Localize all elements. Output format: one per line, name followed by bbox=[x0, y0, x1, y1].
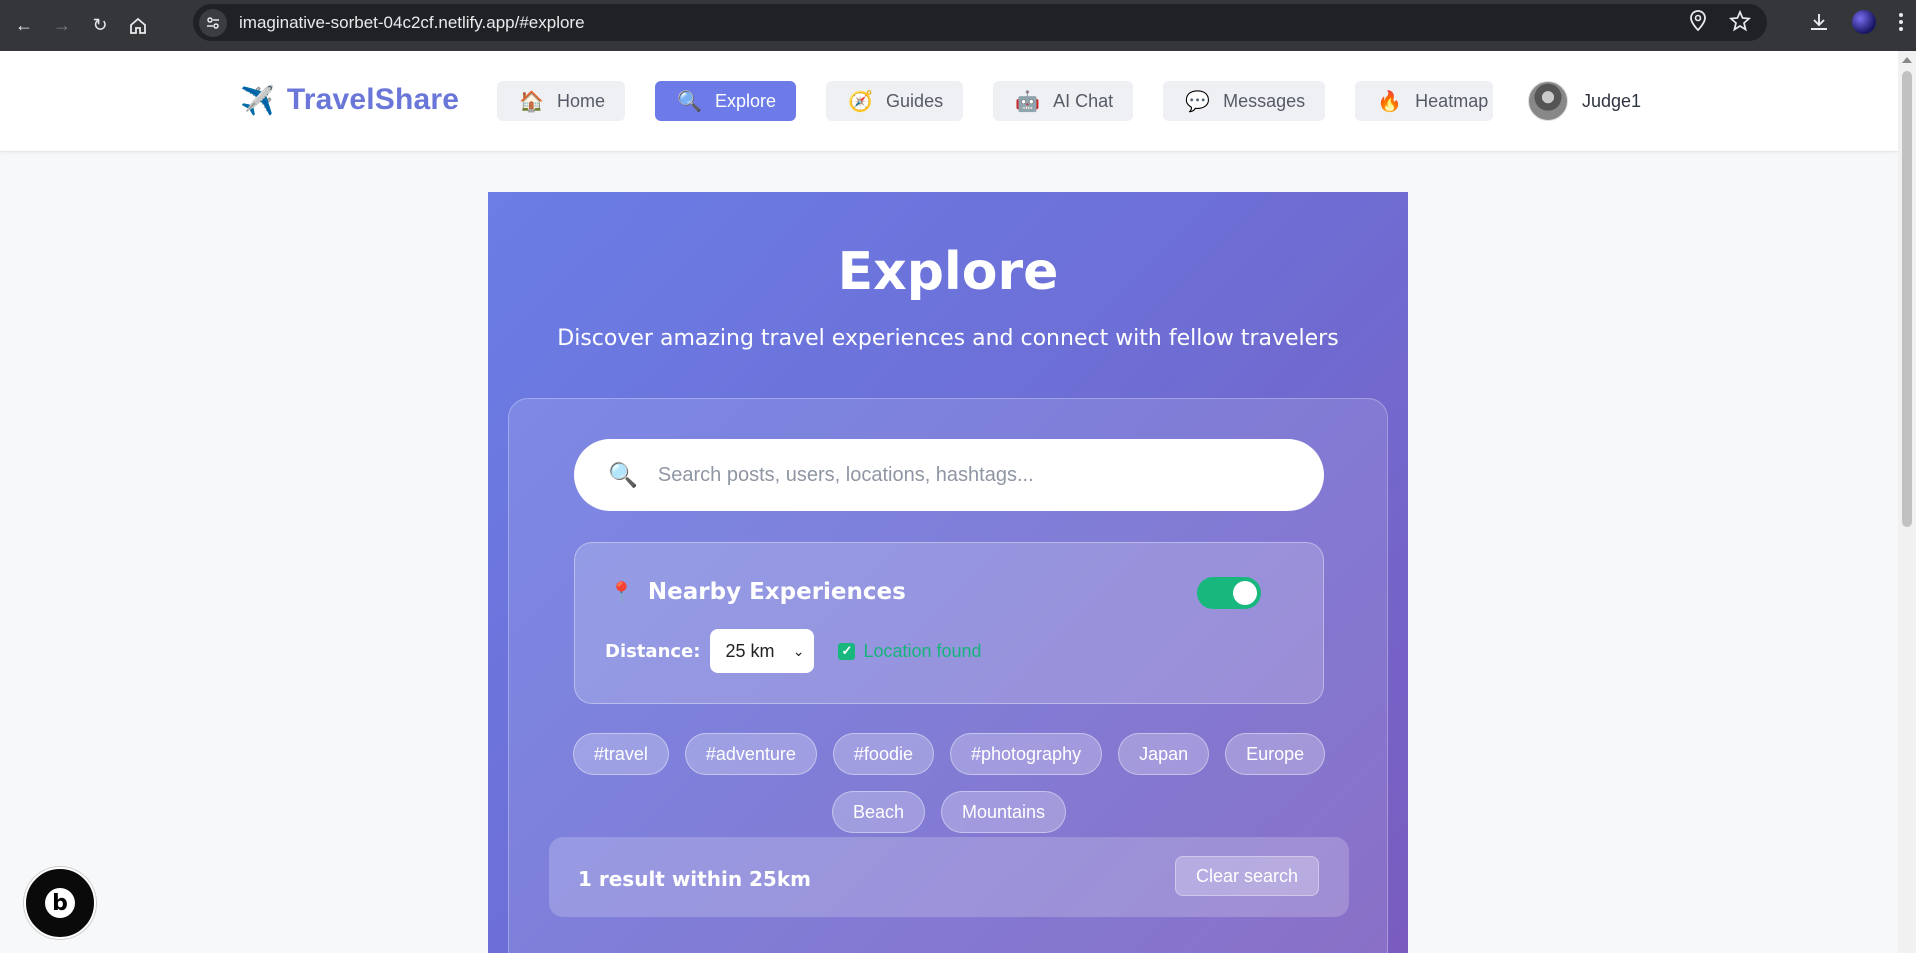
home-icon[interactable] bbox=[124, 12, 152, 40]
toggle-knob bbox=[1233, 581, 1257, 605]
location-status: ✓ Location found bbox=[838, 640, 982, 662]
search-bar[interactable]: 🔍 bbox=[574, 439, 1324, 511]
menu-dots-icon[interactable] bbox=[1898, 11, 1904, 33]
bolt-badge-logo[interactable]: b bbox=[24, 867, 96, 939]
nav-label: Explore bbox=[715, 90, 777, 111]
explore-hero: Explore Discover amazing travel experien… bbox=[488, 192, 1408, 953]
location-icon[interactable] bbox=[1689, 10, 1707, 32]
nearby-title: Nearby Experiences bbox=[647, 579, 906, 605]
nav-label: AI Chat bbox=[1053, 90, 1114, 111]
download-icon[interactable] bbox=[1808, 11, 1830, 33]
nearby-experiences-card: 📍 Nearby Experiences Distance: 25 km ⌄ ✓… bbox=[574, 542, 1324, 704]
reload-icon[interactable]: ↻ bbox=[86, 12, 114, 40]
tag-chip[interactable]: Mountains bbox=[940, 791, 1067, 833]
address-bar[interactable]: imaginative-sorbet-04c2cf.netlify.app/#e… bbox=[193, 4, 1767, 41]
nav-heatmap[interactable]: 🔥 Heatmap bbox=[1355, 81, 1494, 121]
nav-messages[interactable]: 💬 Messages bbox=[1163, 81, 1326, 121]
nav-ai-chat[interactable]: 🤖 AI Chat bbox=[993, 81, 1134, 121]
tag-chip[interactable]: Japan bbox=[1118, 733, 1210, 775]
user-menu[interactable]: Judge1 bbox=[1528, 81, 1641, 121]
search-icon: 🔍 bbox=[608, 461, 638, 489]
browser-toolbar: ← → ↻ imaginative-sorbet-04c2cf.netlify.… bbox=[0, 0, 1916, 51]
username: Judge1 bbox=[1582, 90, 1642, 111]
tag-chip[interactable]: #photography bbox=[949, 733, 1103, 775]
page-title: Explore bbox=[837, 242, 1059, 302]
tag-chip[interactable]: Europe bbox=[1225, 733, 1326, 775]
location-status-text: Location found bbox=[863, 640, 982, 661]
scrollbar-thumb[interactable] bbox=[1902, 71, 1912, 527]
pin-icon: 📍 bbox=[609, 581, 634, 604]
site-info-icon[interactable] bbox=[199, 8, 227, 37]
search-input[interactable] bbox=[657, 463, 1278, 487]
url-text[interactable]: imaginative-sorbet-04c2cf.netlify.app/#e… bbox=[239, 13, 585, 33]
nav-label: Guides bbox=[886, 90, 944, 111]
distance-select[interactable]: 25 km ⌄ bbox=[710, 629, 815, 673]
tag-list: #travel #adventure #foodie #photography … bbox=[549, 733, 1349, 833]
back-icon[interactable]: ← bbox=[10, 12, 38, 40]
chevron-down-icon: ⌄ bbox=[792, 642, 805, 659]
results-count: 1 result within 25km bbox=[578, 867, 811, 891]
clear-search-button[interactable]: Clear search bbox=[1174, 856, 1319, 896]
page-scrollbar[interactable] bbox=[1898, 51, 1916, 953]
brand-name: TravelShare bbox=[286, 83, 460, 116]
tag-chip[interactable]: #adventure bbox=[684, 733, 817, 775]
forward-icon[interactable]: → bbox=[48, 12, 76, 40]
robot-icon: 🤖 bbox=[1015, 90, 1040, 113]
checkmark-icon: ✓ bbox=[838, 642, 856, 660]
distance-label: Distance: bbox=[605, 640, 701, 662]
nav-home[interactable]: 🏠 Home bbox=[497, 81, 626, 121]
bolt-logo-icon: b bbox=[45, 888, 75, 918]
house-icon: 🏠 bbox=[519, 90, 544, 113]
nav-guides[interactable]: 🧭 Guides bbox=[826, 81, 964, 121]
brand-logo[interactable]: ✈️ TravelShare bbox=[240, 83, 459, 117]
nav-label: Messages bbox=[1223, 90, 1306, 111]
results-bar: 1 result within 25km Clear search bbox=[549, 837, 1349, 917]
airplane-icon: ✈️ bbox=[240, 84, 275, 116]
tag-chip[interactable]: #travel bbox=[572, 733, 669, 775]
page-subtitle: Discover amazing travel experiences and … bbox=[557, 326, 1339, 351]
speech-bubble-icon: 💬 bbox=[1185, 90, 1211, 113]
tag-chip[interactable]: Beach bbox=[831, 791, 925, 833]
scroll-up-icon[interactable] bbox=[1902, 57, 1912, 63]
compass-icon: 🧭 bbox=[848, 90, 873, 113]
fire-icon: 🔥 bbox=[1377, 90, 1403, 113]
main-nav: 🏠 Home 🔍 Explore 🧭 Guides 🤖 AI Chat 💬 Me… bbox=[497, 81, 1494, 121]
search-panel: 🔍 📍 Nearby Experiences Distance: 25 km ⌄… bbox=[508, 398, 1388, 953]
profile-avatar-icon[interactable] bbox=[1852, 10, 1876, 34]
magnifier-icon: 🔍 bbox=[677, 90, 702, 113]
nearby-toggle[interactable] bbox=[1197, 577, 1261, 609]
bookmark-star-icon[interactable] bbox=[1729, 10, 1751, 32]
distance-value: 25 km bbox=[725, 640, 775, 661]
nav-label: Home bbox=[557, 90, 606, 111]
nav-label: Heatmap bbox=[1415, 90, 1489, 111]
app-header: ✈️ TravelShare 🏠 Home 🔍 Explore 🧭 Guides… bbox=[0, 51, 1898, 152]
nav-explore[interactable]: 🔍 Explore bbox=[655, 81, 797, 121]
tag-chip[interactable]: #foodie bbox=[832, 733, 934, 775]
avatar bbox=[1528, 81, 1568, 121]
